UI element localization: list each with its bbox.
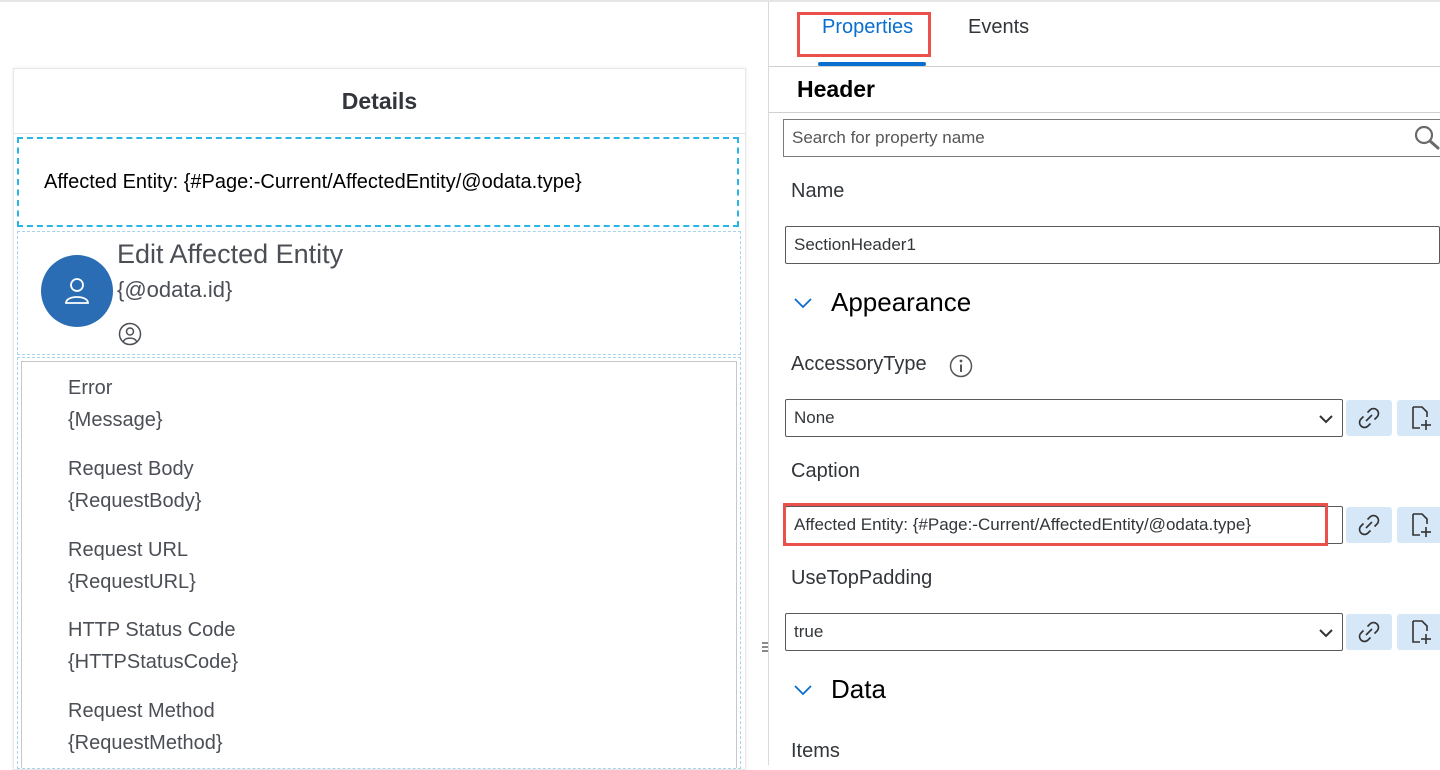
key-value-item[interactable]: Request Method {RequestMethod}	[68, 695, 223, 759]
bind-link-button[interactable]	[1346, 614, 1392, 650]
search-icon[interactable]	[1413, 124, 1440, 157]
object-cell-title: Edit Affected Entity	[117, 239, 344, 269]
link-icon	[1358, 514, 1380, 536]
bind-link-button[interactable]	[1346, 400, 1392, 436]
properties-tab-highlight	[797, 12, 931, 57]
kv-value: {RequestMethod}	[68, 732, 223, 754]
use-top-padding-label: UseTopPadding	[791, 567, 933, 589]
section-header-selected[interactable]: Affected Entity: {#Page:-Current/Affecte…	[17, 137, 739, 227]
accessory-type-select[interactable]: None	[785, 399, 1343, 437]
kv-value: {RequestURL}	[68, 571, 196, 593]
kv-value: {HTTPStatusCode}	[68, 651, 239, 673]
create-rule-button[interactable]	[1397, 614, 1440, 650]
link-icon	[1358, 407, 1380, 429]
page-title: Details	[14, 69, 745, 134]
kv-label: Request Method	[68, 700, 215, 722]
tab-events[interactable]: Events	[968, 16, 1029, 39]
bind-link-button[interactable]	[1346, 507, 1392, 543]
name-field[interactable]: SectionHeader1	[785, 226, 1440, 264]
person-circle-icon	[118, 322, 142, 351]
use-top-padding-value: true	[794, 622, 824, 641]
key-value-section[interactable]: Error {Message} Request Body {RequestBod…	[17, 357, 741, 769]
kv-label: Request Body	[68, 458, 194, 480]
property-search-input[interactable]: Search for property name	[783, 119, 1440, 157]
accessory-type-value: None	[794, 408, 835, 427]
appearance-section-label: Appearance	[831, 287, 972, 317]
create-rule-button[interactable]	[1397, 400, 1440, 436]
chevron-down-icon	[794, 297, 812, 308]
add-document-icon	[1412, 406, 1431, 430]
person-icon	[65, 278, 89, 304]
title-divider	[769, 112, 1440, 113]
kv-label: Error	[68, 377, 113, 399]
items-label: Items	[791, 740, 840, 762]
key-value-item[interactable]: Request Body {RequestBody}	[68, 453, 201, 517]
page-canvas: Details Affected Entity: {#Page:-Current…	[0, 2, 768, 770]
key-value-list: Error {Message} Request Body {RequestBod…	[21, 361, 737, 768]
kv-value: {Message}	[68, 409, 163, 431]
caption-field-highlight	[783, 503, 1328, 546]
page-preview: Details Affected Entity: {#Page:-Current…	[13, 68, 746, 770]
avatar	[41, 255, 113, 327]
use-top-padding-select[interactable]: true	[785, 613, 1343, 651]
create-rule-button[interactable]	[1397, 507, 1440, 543]
search-placeholder: Search for property name	[792, 128, 985, 147]
object-cell[interactable]: Edit Affected Entity {@odata.id}	[17, 231, 741, 355]
add-document-icon	[1412, 620, 1431, 644]
tabs-divider	[769, 66, 1440, 67]
appearance-section-toggle[interactable]: Appearance	[793, 287, 971, 318]
accessory-type-label: AccessoryType	[791, 353, 927, 375]
object-cell-subtitle: {@odata.id}	[117, 277, 233, 302]
link-icon	[1358, 621, 1380, 643]
name-label: Name	[791, 180, 845, 202]
chevron-down-icon	[1318, 624, 1334, 644]
kv-value: {RequestBody}	[68, 490, 202, 512]
caption-label: Caption	[791, 460, 860, 482]
data-section-label: Data	[831, 674, 886, 704]
name-field-value: SectionHeader1	[794, 235, 916, 254]
key-value-item[interactable]: Error {Message}	[68, 372, 163, 436]
section-header-caption: Affected Entity: {#Page:-Current/Affecte…	[44, 170, 582, 193]
key-value-item[interactable]: Request URL {RequestURL}	[68, 534, 196, 598]
kv-label: HTTP Status Code	[68, 619, 236, 641]
data-section-toggle[interactable]: Data	[793, 674, 886, 705]
chevron-down-icon	[794, 684, 812, 695]
chevron-down-icon	[1318, 410, 1334, 430]
info-icon[interactable]	[949, 354, 973, 383]
pane-title: Header	[797, 76, 875, 102]
key-value-item[interactable]: HTTP Status Code {HTTPStatusCode}	[68, 614, 238, 678]
kv-label: Request URL	[68, 539, 189, 561]
add-document-icon	[1412, 513, 1431, 537]
properties-pane: Properties Events Header Search for prop…	[768, 2, 1440, 765]
